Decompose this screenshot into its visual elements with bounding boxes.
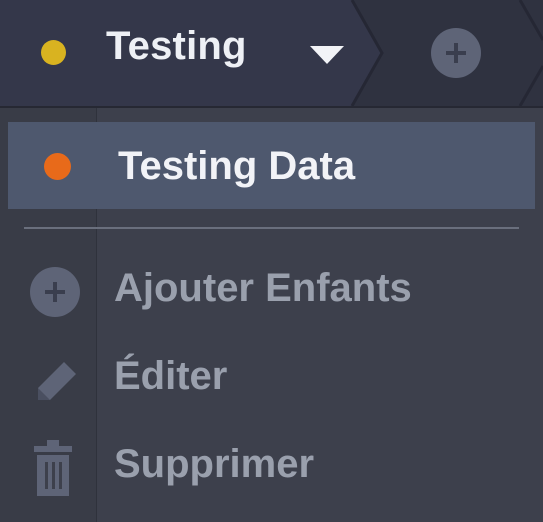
menu-item-testing-data-label: Testing Data (118, 144, 356, 188)
add-breadcrumb-button[interactable] (431, 28, 481, 78)
breadcrumb-label: Testing (106, 24, 247, 68)
menu-item-label: Éditer (114, 354, 228, 398)
pencil-icon (38, 362, 76, 400)
plus-circle-icon (30, 267, 80, 317)
breadcrumb-item-testing[interactable]: Testing (0, 0, 380, 106)
menu-item-edit[interactable]: Éditer (0, 340, 543, 420)
trash-icon (34, 440, 72, 496)
status-dot-icon (41, 40, 66, 65)
status-dot-icon (44, 153, 71, 180)
caret-down-icon[interactable] (306, 40, 348, 70)
breadcrumb-bar: Testing (0, 0, 543, 108)
menu-item-delete[interactable]: Supprimer (0, 428, 543, 508)
menu-item-add-children[interactable]: Ajouter Enfants (0, 252, 543, 332)
menu-divider (24, 227, 519, 229)
menu-item-label: Ajouter Enfants (114, 266, 412, 310)
plus-circle-icon (431, 28, 481, 78)
menu-item-label: Supprimer (114, 442, 315, 486)
